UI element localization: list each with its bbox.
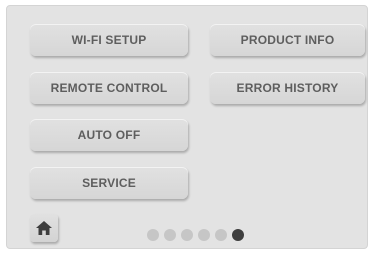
page-dot[interactable] xyxy=(181,229,193,241)
page-dot[interactable] xyxy=(164,229,176,241)
page-dot[interactable] xyxy=(147,229,159,241)
settings-panel: WI-FI SETUP PRODUCT INFO REMOTE CONTROL … xyxy=(6,5,368,249)
wifi-setup-button[interactable]: WI-FI SETUP xyxy=(30,24,188,56)
remote-control-button[interactable]: REMOTE CONTROL xyxy=(30,72,188,104)
service-button[interactable]: SERVICE xyxy=(30,167,188,199)
page-dot[interactable] xyxy=(215,229,227,241)
page-indicator xyxy=(147,229,244,241)
page-dot[interactable] xyxy=(198,229,210,241)
home-button[interactable] xyxy=(30,214,58,242)
error-history-button[interactable]: ERROR HISTORY xyxy=(210,72,365,104)
auto-off-button[interactable]: AUTO OFF xyxy=(30,119,188,151)
page-dot-active[interactable] xyxy=(232,229,244,241)
home-icon xyxy=(36,221,52,235)
product-info-button[interactable]: PRODUCT INFO xyxy=(210,24,365,56)
